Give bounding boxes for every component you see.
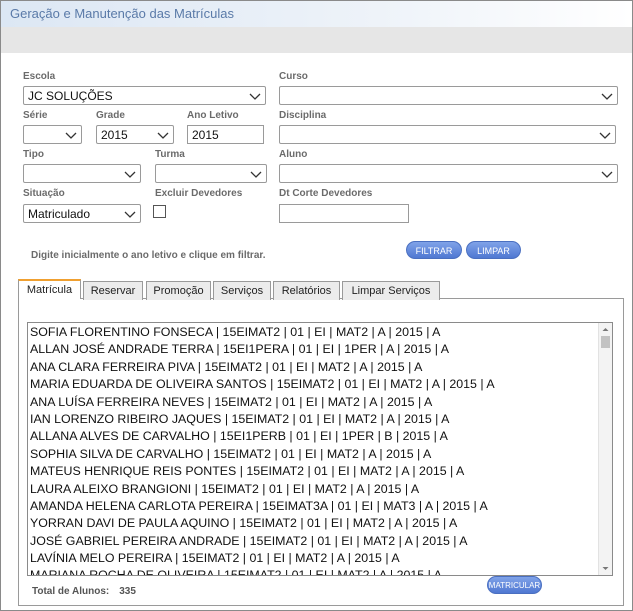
list-item[interactable]: ALLAN JOSÉ ANDRADE TERRA | 15EI1PERA | 0… (30, 341, 598, 358)
toolbar-band (1, 27, 632, 53)
excluir-devedores-label: Excluir Devedores (155, 188, 243, 199)
tipo-select[interactable] (23, 164, 141, 183)
list-item[interactable]: LAURA ALEIXO BRANGIONI | 15EIMAT2 | 01 |… (30, 481, 598, 498)
list-item[interactable]: LAVÍNIA MELO PEREIRA | 15EIMAT2 | 01 | E… (30, 550, 598, 567)
window-title: Geração e Manutenção das Matrículas (1, 1, 632, 27)
total-label: Total de Alunos: (32, 586, 110, 597)
list-item[interactable]: MARIANA ROCHA DE OLIVEIRA | 15EIMAT2 | 0… (30, 567, 598, 575)
dt-corte-input[interactable] (279, 204, 409, 223)
situacao-label: Situação (23, 188, 65, 199)
list-item[interactable]: SOPHIA SILVA DE CARVALHO | 15EIMAT2 | 01… (30, 446, 598, 463)
ano-letivo-input[interactable]: 2015 (187, 125, 264, 144)
aluno-label: Aluno (279, 149, 308, 160)
list-item[interactable]: ANA LUÍSA FERREIRA NEVES | 15EIMAT2 | 01… (30, 394, 598, 411)
scroll-thumb[interactable] (601, 336, 610, 348)
chevron-down-icon (157, 132, 169, 139)
list-item[interactable]: MARIA EDUARDA DE OLIVEIRA SANTOS | 15EIM… (30, 376, 598, 393)
excluir-devedores-checkbox[interactable] (153, 205, 166, 218)
list-item[interactable]: ALLANA ALVES DE CARVALHO | 15EI1PERB | 0… (30, 428, 598, 445)
escola-select[interactable]: JC SOLUÇÕES (23, 86, 266, 105)
escola-label: Escola (23, 71, 56, 82)
limpar-button[interactable]: LIMPAR (466, 241, 521, 259)
grade-select[interactable]: 2015 (96, 125, 174, 144)
aluno-select[interactable] (279, 164, 618, 183)
chevron-down-icon (124, 171, 136, 178)
serie-select[interactable] (23, 125, 82, 144)
list-item[interactable]: AMANDA HELENA CARLOTA PEREIRA | 15EIMAT3… (30, 498, 598, 515)
tab-promocao[interactable]: Promoção (146, 281, 211, 300)
dt-corte-label: Dt Corte Devedores (279, 188, 373, 199)
turma-label: Turma (155, 149, 185, 160)
disciplina-select[interactable] (279, 125, 616, 144)
vertical-scrollbar[interactable] (598, 323, 612, 575)
chevron-down-icon (599, 132, 611, 139)
total-alunos: Total de Alunos: 335 (32, 586, 136, 597)
chevron-down-icon (601, 93, 613, 100)
ano-letivo-label: Ano Letivo (187, 110, 239, 121)
tab-matricula[interactable]: Matrícula (18, 279, 81, 299)
tipo-label: Tipo (23, 149, 44, 160)
tab-servicos[interactable]: Serviços (213, 281, 271, 300)
chevron-down-icon (65, 132, 77, 139)
grade-value: 2015 (101, 128, 128, 142)
hint-text: Digite inicialmente o ano letivo e cliqu… (31, 250, 266, 261)
escola-value: JC SOLUÇÕES (28, 89, 113, 103)
students-list: SOFIA FLORENTINO FONSECA | 15EIMAT2 | 01… (30, 324, 598, 575)
serie-label: Série (23, 110, 48, 121)
chevron-down-icon (601, 171, 613, 178)
scroll-down-icon[interactable] (599, 562, 612, 575)
tab-limpar-servicos[interactable]: Limpar Serviços (342, 281, 440, 300)
tab-relatorios[interactable]: Relatórios (273, 281, 340, 300)
curso-select[interactable] (279, 86, 618, 105)
list-item[interactable]: ANA CLARA FERREIRA PIVA | 15EIMAT2 | 01 … (30, 359, 598, 376)
chevron-down-icon (124, 211, 136, 218)
situacao-select[interactable]: Matriculado (23, 204, 141, 223)
matricular-button[interactable]: MATRICULAR (487, 576, 542, 594)
list-item[interactable]: IAN LORENZO RIBEIRO JAQUES | 15EIMAT2 | … (30, 411, 598, 428)
chevron-down-icon (249, 93, 261, 100)
students-listbox[interactable]: SOFIA FLORENTINO FONSECA | 15EIMAT2 | 01… (27, 322, 613, 576)
list-item[interactable]: MATEUS HENRIQUE REIS PONTES | 15EIMAT2 |… (30, 463, 598, 480)
list-item[interactable]: JOSÉ GABRIEL PEREIRA ANDRADE | 15EIMAT2 … (30, 533, 598, 550)
list-item[interactable]: YORRAN DAVI DE PAULA AQUINO | 15EIMAT2 |… (30, 515, 598, 532)
filtrar-button[interactable]: FILTRAR (406, 241, 462, 259)
curso-label: Curso (279, 71, 308, 82)
total-value: 335 (119, 586, 136, 597)
disciplina-label: Disciplina (279, 110, 327, 121)
chevron-down-icon (250, 171, 262, 178)
situacao-value: Matriculado (28, 207, 91, 221)
list-item[interactable]: SOFIA FLORENTINO FONSECA | 15EIMAT2 | 01… (30, 324, 598, 341)
grade-label: Grade (96, 110, 125, 121)
scroll-up-icon[interactable] (599, 323, 612, 336)
turma-select[interactable] (155, 164, 267, 183)
tab-reservar[interactable]: Reservar (83, 281, 143, 300)
